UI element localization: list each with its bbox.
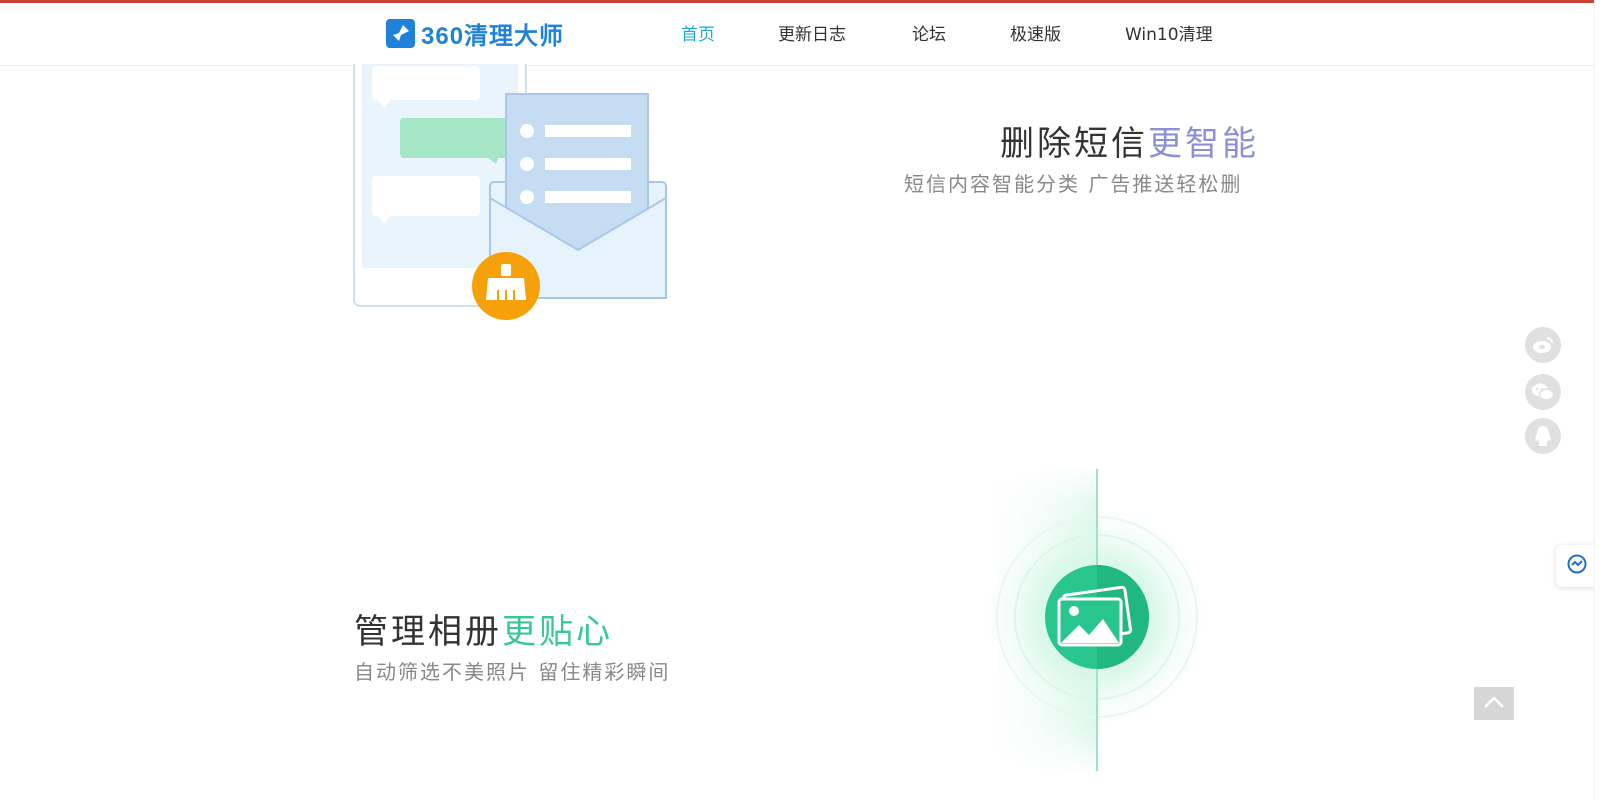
qq-icon[interactable] [1525,418,1561,454]
feature-sms-title: 删除短信更智能 [1000,116,1259,165]
broom-logo-icon [386,18,415,48]
photo-album-illustration [975,465,1215,775]
feature-album-title: 管理相册更贴心 [354,604,613,653]
back-to-top-button[interactable] [1474,687,1514,720]
feature-album-title-plain: 管理相册 [354,612,502,652]
page-scrollbar[interactable] [1594,0,1610,800]
nav-lite-version[interactable]: 极速版 [1010,20,1061,45]
nav-home[interactable]: 首页 [681,20,715,45]
chevron-up-icon [1483,694,1505,713]
nav-forum[interactable]: 论坛 [912,20,946,45]
logo[interactable]: 360清理大师 [386,17,565,50]
site-header: 360清理大师 首页 更新日志 论坛 极速版 Win10清理 [0,3,1610,66]
nav-changelog[interactable]: 更新日志 [778,20,846,45]
feature-sms-title-highlight: 更智能 [1148,124,1259,164]
floating-tool-tab[interactable] [1556,545,1598,587]
nav-win10-clean[interactable]: Win10清理 [1125,20,1213,45]
feature-album-subtitle: 自动筛选不美照片 留住精彩瞬间 [354,660,671,684]
sync-icon [1567,554,1587,578]
weibo-icon[interactable] [1525,327,1561,363]
sms-clean-illustration [350,43,680,326]
feature-sms-title-plain: 删除短信 [1000,124,1148,164]
feature-sms-subtitle: 短信内容智能分类 广告推送轻松删 [904,172,1243,196]
feature-album-title-highlight: 更贴心 [502,612,613,652]
logo-text: 360清理大师 [421,22,565,50]
wechat-icon[interactable] [1525,374,1561,410]
